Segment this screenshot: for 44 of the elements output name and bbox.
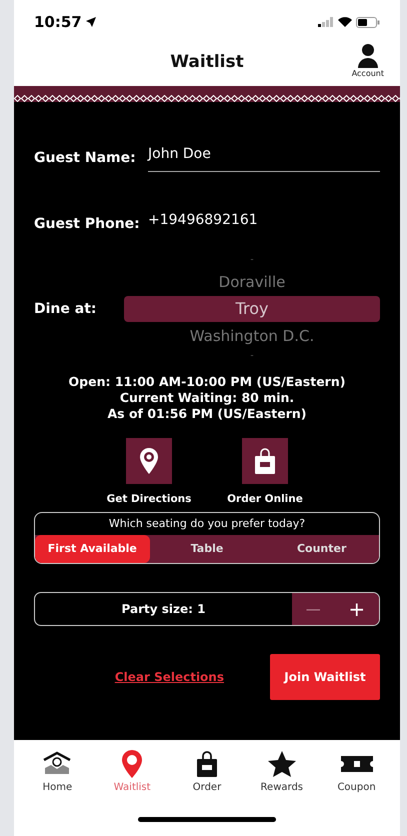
shopping-bag-icon xyxy=(196,751,217,777)
info-text: As of 01:56 PM (US/Eastern) xyxy=(107,406,306,422)
dine-at-label: Dine at: xyxy=(34,300,98,318)
location-pin-icon xyxy=(122,750,142,778)
field-label: Guest Name: xyxy=(34,148,137,168)
seating-option[interactable]: Counter xyxy=(264,535,379,564)
field-label: Guest Phone: xyxy=(34,214,141,234)
seating-option[interactable]: First Available xyxy=(35,535,150,564)
tab-item[interactable]: Rewards xyxy=(248,750,315,795)
battery-icon xyxy=(356,16,380,28)
seating-option[interactable]: Table xyxy=(150,535,264,564)
directions-button[interactable] xyxy=(126,438,172,484)
seating-question: Which seating do you prefer today? xyxy=(108,516,306,532)
join-waitlist-button[interactable]: Join Waitlist xyxy=(270,654,380,700)
house-roof-icon xyxy=(43,751,72,777)
picker-option[interactable]: Washington D.C. xyxy=(124,322,380,350)
ticket-icon xyxy=(340,756,373,772)
decrease-button[interactable]: — xyxy=(298,598,329,620)
location-arrow-icon xyxy=(86,17,96,27)
person-icon xyxy=(358,44,378,68)
tab-item[interactable]: Order xyxy=(174,750,240,795)
input-field[interactable]: +19496892161 xyxy=(148,210,380,238)
action-label: Order Online xyxy=(227,492,303,507)
order-button[interactable] xyxy=(242,438,288,484)
picker-option[interactable]: Troy xyxy=(124,296,380,322)
shopping-bag-icon xyxy=(254,448,276,474)
tab-item[interactable]: Waitlist xyxy=(99,750,166,795)
account-button[interactable]: Account xyxy=(352,44,384,80)
increase-button[interactable]: + xyxy=(340,594,374,624)
input-field[interactable]: John Doe xyxy=(148,144,380,172)
action-label: Get Directions xyxy=(106,492,192,507)
info-text: Open: 11:00 AM-10:00 PM (US/Eastern) xyxy=(68,374,346,390)
tab-item[interactable]: Coupon xyxy=(324,750,390,795)
picker-option[interactable]: Doraville xyxy=(124,268,380,296)
wifi-icon xyxy=(338,17,352,27)
signal-icon xyxy=(318,17,334,27)
location-pin-icon xyxy=(140,448,158,474)
clear-selections-link[interactable]: Clear Selections xyxy=(114,668,224,686)
page-title: Waitlist xyxy=(170,51,244,74)
star-icon xyxy=(268,751,296,777)
status-time: 10:57 xyxy=(34,12,82,33)
info-text: Current Waiting: 80 min. xyxy=(120,390,294,406)
party-size-label: Party size: 1 xyxy=(120,601,206,618)
tab-item[interactable]: Home xyxy=(24,750,90,795)
